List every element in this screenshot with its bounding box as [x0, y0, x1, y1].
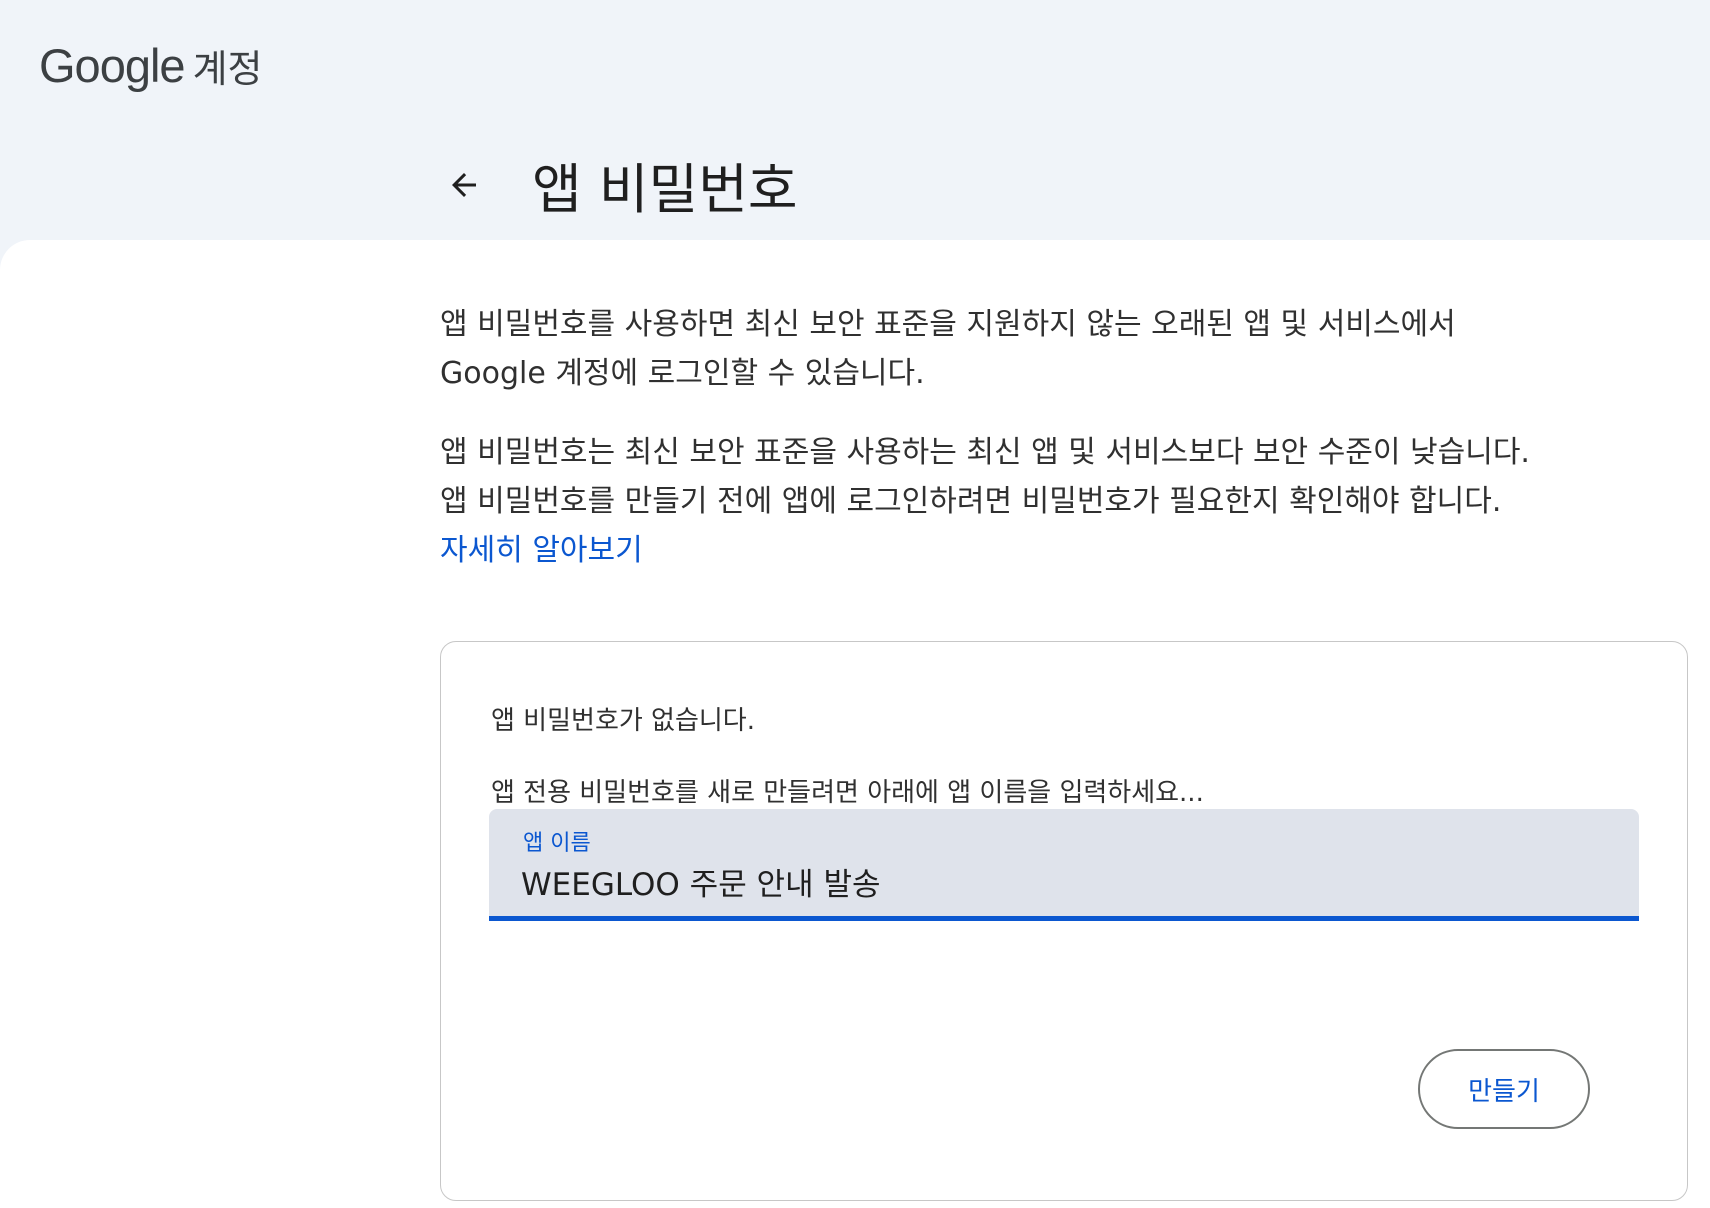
back-button[interactable]: [436, 157, 492, 213]
page-title: 앱 비밀번호: [532, 158, 798, 221]
app-name-field[interactable]: 앱 이름: [489, 809, 1639, 921]
create-instruction: 앱 전용 비밀번호를 새로 만들려면 아래에 앱 이름을 입력하세요...: [491, 778, 1204, 808]
description-paragraph-2: 앱 비밀번호는 최신 보안 표준을 사용하는 최신 앱 및 서비스보다 보안 수…: [440, 428, 1620, 575]
google-account-logo[interactable]: Google 계정: [39, 38, 262, 93]
logo-product: 계정: [192, 47, 263, 91]
description-line: 앱 비밀번호를 만들기 전에 앱에 로그인하려면 비밀번호가 필요한지 확인해야…: [440, 484, 1502, 519]
description-line: Google 계정에 로그인할 수 있습니다.: [440, 356, 925, 391]
description-paragraph-1: 앱 비밀번호를 사용하면 최신 보안 표준을 지원하지 않는 오래된 앱 및 서…: [440, 300, 1620, 398]
empty-state-message: 앱 비밀번호가 없습니다.: [491, 706, 755, 736]
app-name-input[interactable]: [521, 859, 1601, 903]
logo-brand: Google: [39, 39, 186, 92]
arrow-left-icon: [452, 172, 476, 197]
app-password-card: 앱 비밀번호가 없습니다. 앱 전용 비밀번호를 새로 만들려면 아래에 앱 이…: [440, 641, 1688, 1201]
description-line: 앱 비밀번호는 최신 보안 표준을 사용하는 최신 앱 및 서비스보다 보안 수…: [440, 435, 1530, 470]
description-line: 앱 비밀번호를 사용하면 최신 보안 표준을 지원하지 않는 오래된 앱 및 서…: [440, 307, 1456, 342]
create-button[interactable]: 만들기: [1418, 1049, 1590, 1129]
top-bar: Google 계정: [0, 0, 1710, 130]
learn-more-link[interactable]: 자세히 알아보기: [440, 533, 643, 568]
page-header: 앱 비밀번호: [436, 145, 798, 224]
app-name-label: 앱 이름: [523, 831, 591, 856]
